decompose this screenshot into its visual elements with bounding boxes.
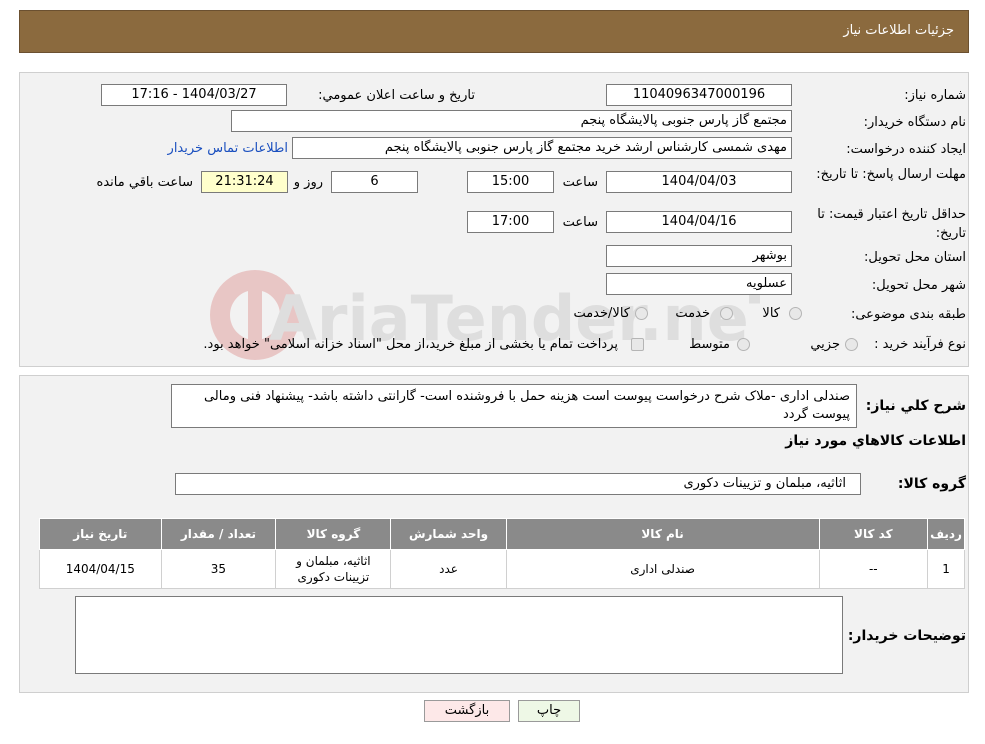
buyer-notes-textarea[interactable] bbox=[75, 596, 843, 674]
category-goods-service-radio[interactable] bbox=[635, 307, 648, 320]
page-header: جزئیات اطلاعات نیاز bbox=[19, 10, 969, 53]
city-field: عسلویه bbox=[606, 273, 792, 295]
col-quantity: تعداد / مقدار bbox=[160, 518, 277, 550]
process-minor-label: جزیي bbox=[810, 337, 840, 352]
cell-need-date: 1404/04/15 bbox=[39, 549, 162, 589]
cell-unit: عدد bbox=[390, 549, 507, 589]
reply-deadline-label: مهلت ارسال پاسخ: تا تاریخ: bbox=[816, 167, 966, 182]
requester-label: ایجاد کننده درخواست: bbox=[846, 142, 966, 157]
price-validity-label: حداقل تاریخ اعتبار قیمت: تا تاریخ: bbox=[817, 207, 966, 241]
col-need-date: تاریخ نیاز bbox=[39, 518, 162, 550]
goods-group-field: اثاثیه، مبلمان و تزیینات دکوری bbox=[175, 473, 861, 495]
cell-goods-name: صندلی اداری bbox=[505, 549, 820, 589]
description-textarea[interactable]: صندلی اداری -ملاک شرح درخواست پیوست است … bbox=[171, 384, 857, 428]
need-number-label: شماره نیاز: bbox=[904, 88, 966, 103]
validity-date-field: 1404/04/16 bbox=[606, 211, 792, 233]
province-field: بوشهر bbox=[606, 245, 792, 267]
time-left-label: ساعت باقي مانده bbox=[96, 175, 193, 190]
category-goods-label: کالا bbox=[762, 306, 780, 321]
days-and-label: روز و bbox=[293, 175, 323, 190]
reply-date-field: 1404/04/03 bbox=[606, 171, 792, 193]
announce-datetime-field: 1404/03/27 - 17:16 bbox=[101, 84, 287, 106]
goods-table: ردیف کد کالا نام کالا واحد شمارش گروه کا… bbox=[39, 518, 965, 589]
remaining-time-field: 21:31:24 bbox=[201, 171, 288, 193]
cell-goods-group: اثاثیه، مبلمان و تزیینات دکوری bbox=[275, 549, 392, 589]
buyer-notes-label: توضیحات خریدار: bbox=[847, 628, 966, 644]
description-text: صندلی اداری -ملاک شرح درخواست پیوست است … bbox=[203, 389, 850, 422]
goods-info-title: اطلاعات كالاهاي مورد نياز bbox=[785, 433, 966, 449]
col-goods-code: کد کالا bbox=[818, 518, 929, 550]
page-title: جزئیات اطلاعات نیاز bbox=[843, 23, 954, 38]
description-title: شرح كلي نياز: bbox=[865, 398, 966, 414]
province-label: استان محل تحویل: bbox=[864, 250, 966, 265]
table-header-row: ردیف کد کالا نام کالا واحد شمارش گروه کا… bbox=[39, 518, 965, 550]
col-goods-name: نام کالا bbox=[505, 518, 820, 550]
goods-group-label: گروه كالا: bbox=[897, 476, 966, 492]
cell-goods-code: -- bbox=[818, 549, 929, 589]
category-service-radio[interactable] bbox=[720, 307, 733, 320]
category-goods-radio[interactable] bbox=[789, 307, 802, 320]
category-label: طبقه بندی موضوعی: bbox=[850, 307, 966, 322]
city-label: شهر محل تحویل: bbox=[871, 278, 966, 293]
need-number-field: 1104096347000196 bbox=[606, 84, 792, 106]
contact-info-link[interactable]: اطلاعات تماس خریدار bbox=[168, 141, 288, 156]
reply-time-label: ساعت bbox=[562, 175, 598, 190]
validity-time-label: ساعت bbox=[562, 215, 598, 230]
buyer-org-label: نام دستگاه خریدار: bbox=[863, 115, 966, 130]
col-unit: واحد شمارش bbox=[390, 518, 507, 550]
process-medium-radio[interactable] bbox=[737, 338, 750, 351]
announce-datetime-label: تاریخ و ساعت اعلان عمومي: bbox=[318, 88, 475, 103]
days-field: 6 bbox=[331, 171, 418, 193]
process-medium-label: متوسط bbox=[689, 337, 730, 352]
category-goods-service-label: کالا/خدمت bbox=[573, 306, 630, 321]
table-row: 1 -- صندلی اداری عدد اثاثیه، مبلمان و تز… bbox=[39, 549, 965, 589]
requester-field: مهدی شمسی کارشناس ارشد خرید مجتمع گاز پا… bbox=[292, 137, 792, 159]
print-button[interactable]: چاپ bbox=[518, 700, 580, 722]
payment-note: پرداخت تمام یا بخشی از مبلغ خرید،از محل … bbox=[203, 337, 618, 352]
buyer-org-field: مجتمع گاز پارس جنوبی پالایشگاه پنجم bbox=[231, 110, 792, 132]
col-row-number: ردیف bbox=[927, 518, 965, 550]
back-button[interactable]: بازگشت bbox=[424, 700, 510, 722]
treasury-checkbox[interactable] bbox=[631, 338, 644, 351]
cell-row-number: 1 bbox=[927, 549, 965, 589]
validity-time-field: 17:00 bbox=[467, 211, 554, 233]
col-goods-group: گروه کالا bbox=[275, 518, 392, 550]
process-minor-radio[interactable] bbox=[845, 338, 858, 351]
reply-time-field: 15:00 bbox=[467, 171, 554, 193]
cell-quantity: 35 bbox=[160, 549, 277, 589]
process-type-label: نوع فرآیند خرید : bbox=[874, 337, 966, 352]
category-service-label: خدمت bbox=[675, 306, 710, 321]
